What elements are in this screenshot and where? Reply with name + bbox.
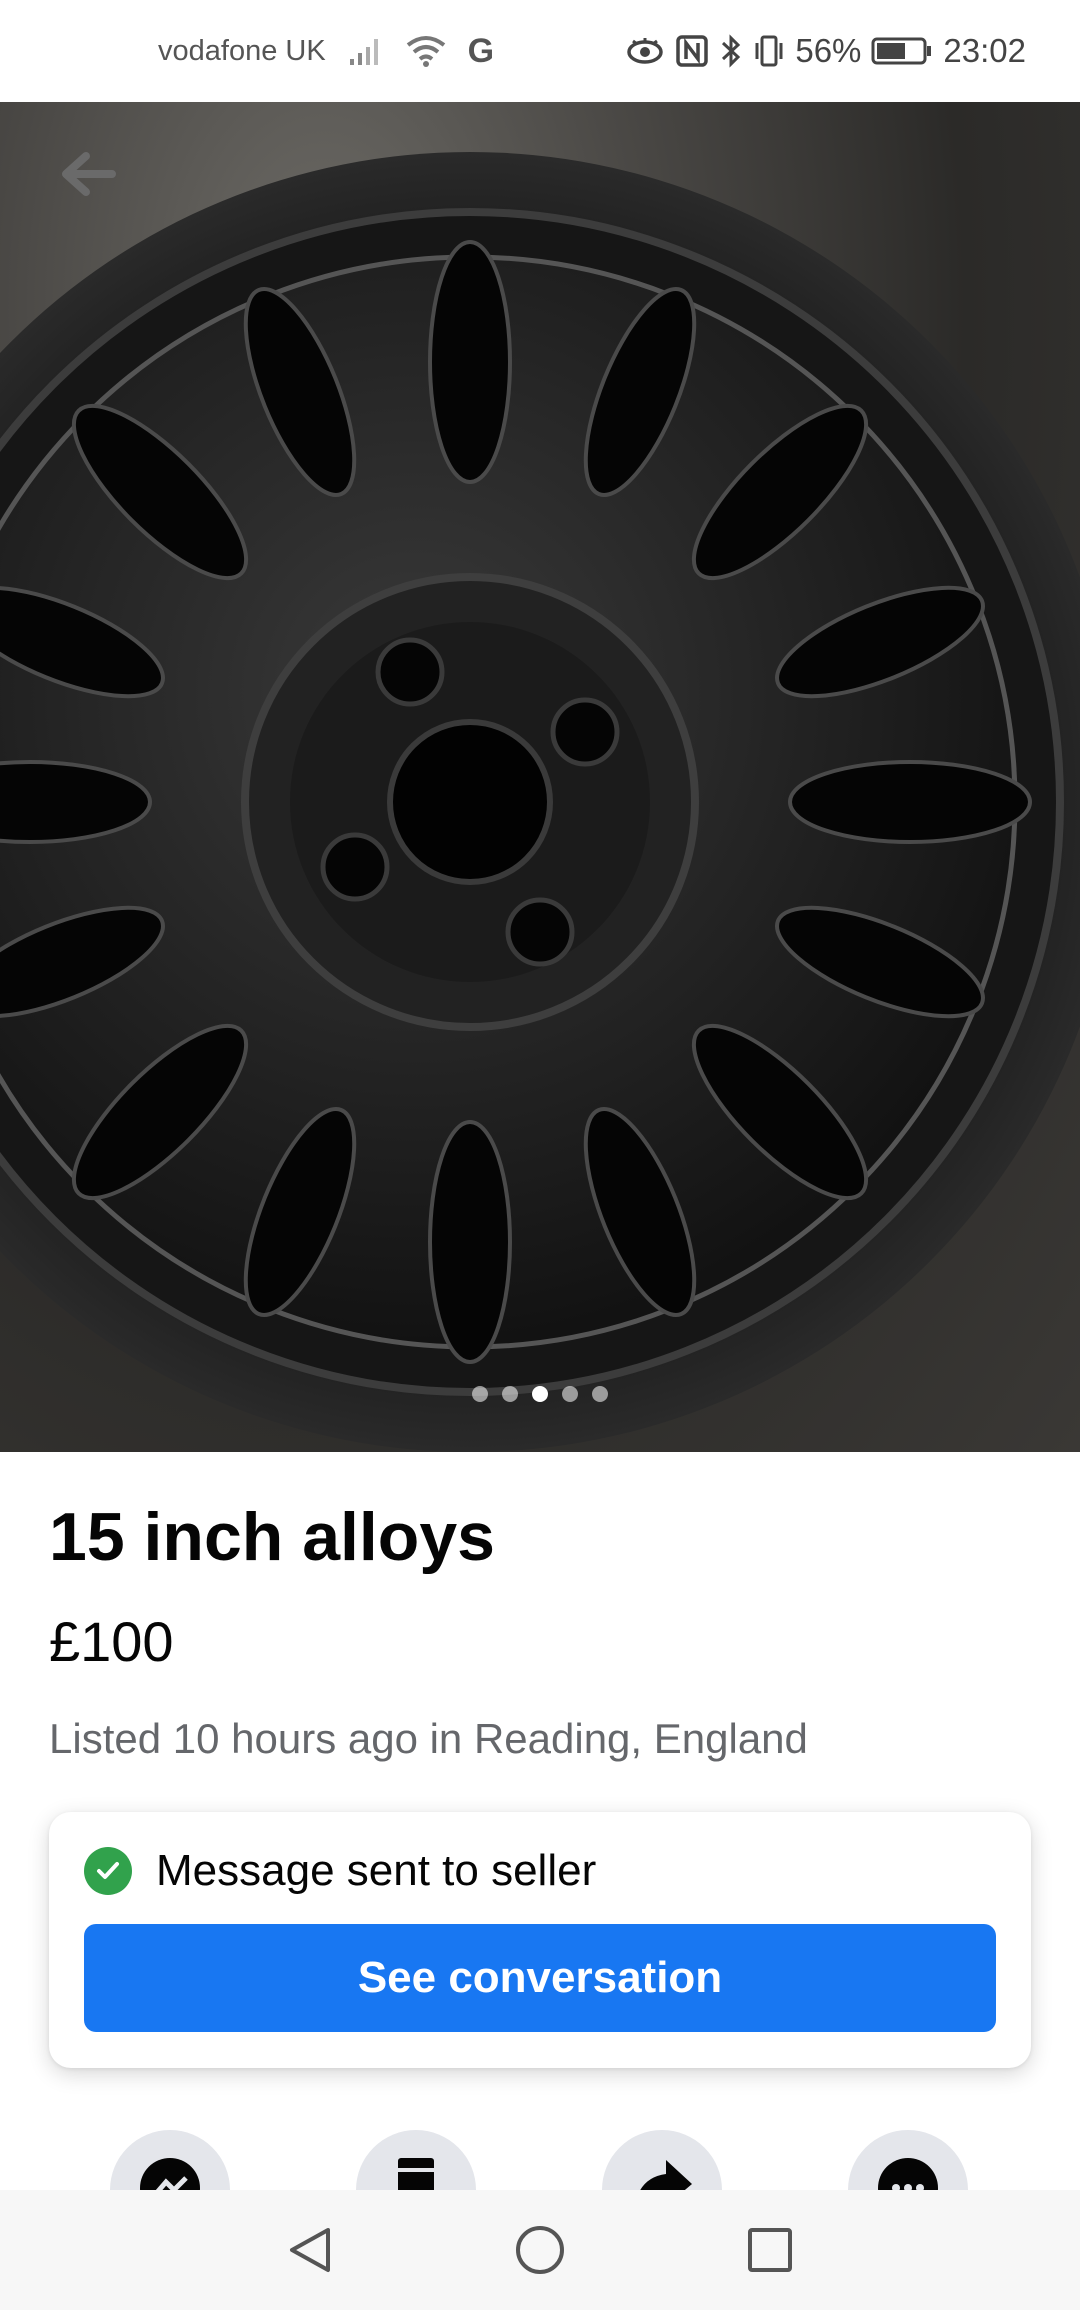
more-icon	[876, 2156, 940, 2190]
more-button[interactable]	[848, 2130, 968, 2190]
g-icon: G	[467, 31, 495, 70]
vibrate-icon	[753, 34, 785, 68]
page-dot[interactable]	[592, 1386, 608, 1402]
battery-percent: 56%	[795, 32, 862, 69]
listing-price: £100	[49, 1609, 174, 1673]
see-conversation-button[interactable]: See conversation	[84, 1924, 996, 2032]
wifi-icon	[406, 35, 446, 67]
save-icon	[396, 2156, 436, 2190]
battery-icon	[871, 36, 933, 66]
nfc-icon	[675, 34, 709, 68]
page-dot[interactable]	[502, 1386, 518, 1402]
action-buttons	[0, 2130, 1080, 2190]
signal-icon	[348, 35, 384, 67]
carrier-label: vodafone UK	[158, 34, 326, 67]
listing-title: 15 inch alloys	[49, 1499, 495, 1575]
back-icon[interactable]	[278, 2218, 342, 2282]
listing-meta: Listed 10 hours ago in Reading, England	[49, 1715, 808, 1763]
listing-details: 15 inch alloys £100 Listed 10 hours ago …	[0, 1452, 1080, 1763]
page-dot[interactable]	[562, 1386, 578, 1402]
status-bar: vodafone UK G 56% 23:02	[0, 0, 1080, 102]
page-dot-active[interactable]	[532, 1386, 548, 1402]
messenger-icon	[138, 2156, 202, 2190]
recents-icon[interactable]	[738, 2218, 802, 2282]
photo-pagination	[0, 1386, 1080, 1402]
system-nav-bar	[0, 2190, 1080, 2310]
listing-photo[interactable]	[0, 102, 1080, 1452]
home-icon[interactable]	[508, 2218, 572, 2282]
clock: 23:02	[943, 32, 1026, 69]
page-dot[interactable]	[472, 1386, 488, 1402]
bluetooth-icon	[719, 34, 743, 68]
message-button[interactable]	[110, 2130, 230, 2190]
back-arrow-icon[interactable]	[58, 144, 118, 204]
save-button[interactable]	[356, 2130, 476, 2190]
check-circle-icon	[84, 1847, 132, 1895]
wheel-photo	[0, 152, 1080, 1452]
share-button[interactable]	[602, 2130, 722, 2190]
message-sent-label: Message sent to seller	[156, 1846, 597, 1895]
share-icon	[630, 2156, 694, 2190]
message-sent-card: Message sent to seller See conversation	[49, 1812, 1031, 2068]
eye-icon	[625, 35, 665, 67]
